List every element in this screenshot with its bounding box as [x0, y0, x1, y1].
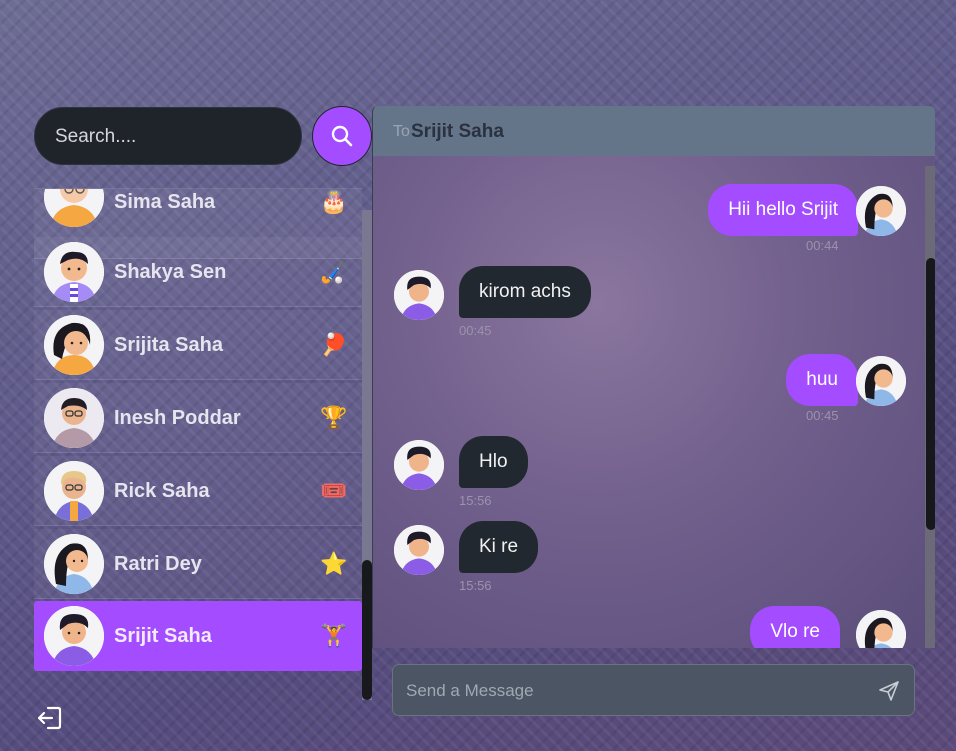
birthday-cake-icon: 🎂	[320, 189, 348, 214]
message-time: 15:56	[459, 578, 492, 593]
message-bubble-outgoing: Hii hello Srijit	[708, 184, 858, 236]
sidebar-scrollbar[interactable]	[362, 210, 372, 700]
contact-item-shakya-sen[interactable]: Shakya Sen 🏑	[34, 237, 362, 307]
message-input-placeholder: Send a Message	[406, 681, 534, 700]
avatar	[44, 534, 104, 594]
contact-name: Srijit Saha	[114, 625, 212, 647]
weightlifter-icon: 🏋️	[320, 623, 348, 648]
contact-name: Shakya Sen	[114, 261, 227, 283]
contact-list: Sima Saha 🎂 Shakya Sen 🏑 Srijita Saha 🏓 …	[34, 188, 362, 700]
contact-item-srijit-saha[interactable]: Srijit Saha 🏋️	[34, 601, 362, 671]
avatar	[44, 461, 104, 521]
contact-name: Rick Saha	[114, 480, 210, 502]
chat-scrollbar[interactable]	[925, 166, 935, 648]
avatar	[44, 189, 104, 227]
ping-pong-icon: 🏓	[320, 332, 348, 357]
avatar	[44, 242, 104, 302]
message-input[interactable]: Send a Message	[392, 664, 915, 716]
contact-item-srijita-saha[interactable]: Srijita Saha 🏓	[34, 310, 362, 380]
chat-scrollbar-thumb[interactable]	[926, 258, 935, 530]
avatar	[44, 388, 104, 448]
contact-name: Ratri Dey	[114, 553, 202, 575]
to-label: To	[393, 123, 410, 140]
message-time: 00:45	[459, 323, 492, 338]
contact-item-inesh-poddar[interactable]: Inesh Poddar 🏆	[34, 383, 362, 453]
message-bubble-incoming: Ki re	[459, 521, 539, 573]
message-time: 00:45	[806, 408, 839, 423]
sidebar-scrollbar-thumb[interactable]	[362, 560, 372, 700]
message-bubble-outgoing: huu	[786, 354, 858, 406]
avatar	[856, 186, 906, 236]
message-bubble-incoming: Hlo	[459, 436, 528, 488]
sidebar: Search.... Sima Saha 🎂 Shakya Sen 🏑 Srij…	[34, 106, 374, 746]
contact-name: Sima Saha	[114, 191, 216, 213]
avatar	[394, 525, 444, 575]
avatar	[856, 610, 906, 648]
logout-icon	[37, 706, 62, 730]
contact-name: Inesh Poddar	[114, 407, 241, 429]
send-icon	[879, 681, 899, 701]
avatar	[44, 606, 104, 666]
avatar	[856, 356, 906, 406]
message-bubble-incoming: kirom achs	[459, 266, 591, 318]
search-icon	[331, 125, 353, 147]
search-row: Search....	[34, 106, 374, 166]
send-button[interactable]	[877, 679, 901, 703]
message-list: Hii hello Srijit 00:44 kirom achs 00:45 …	[372, 156, 935, 648]
star-icon: ⭐	[320, 551, 348, 576]
contact-name: Srijita Saha	[114, 334, 223, 356]
message-time: 15:56	[459, 493, 492, 508]
avatar	[394, 270, 444, 320]
recipient-name: Srijit Saha	[411, 121, 504, 142]
search-input[interactable]: Search....	[34, 107, 302, 165]
search-button[interactable]	[312, 106, 372, 166]
message-bubble-outgoing: Vlo re	[750, 606, 840, 648]
logout-button[interactable]	[36, 704, 64, 732]
avatar	[44, 315, 104, 375]
trophy-icon: 🏆	[320, 405, 348, 430]
chat-panel: To Srijit Saha Hii hello Srijit 00:44 ki…	[372, 106, 935, 728]
message-time: 00:44	[806, 238, 839, 253]
contact-item-rick-saha[interactable]: Rick Saha 🎟️	[34, 456, 362, 526]
ticket-icon: 🎟️	[320, 478, 348, 503]
contact-item-ratri-dey[interactable]: Ratri Dey ⭐	[34, 529, 362, 599]
chat-header: To Srijit Saha	[372, 106, 935, 156]
hockey-stick-icon: 🏑	[320, 259, 348, 284]
avatar	[394, 440, 444, 490]
